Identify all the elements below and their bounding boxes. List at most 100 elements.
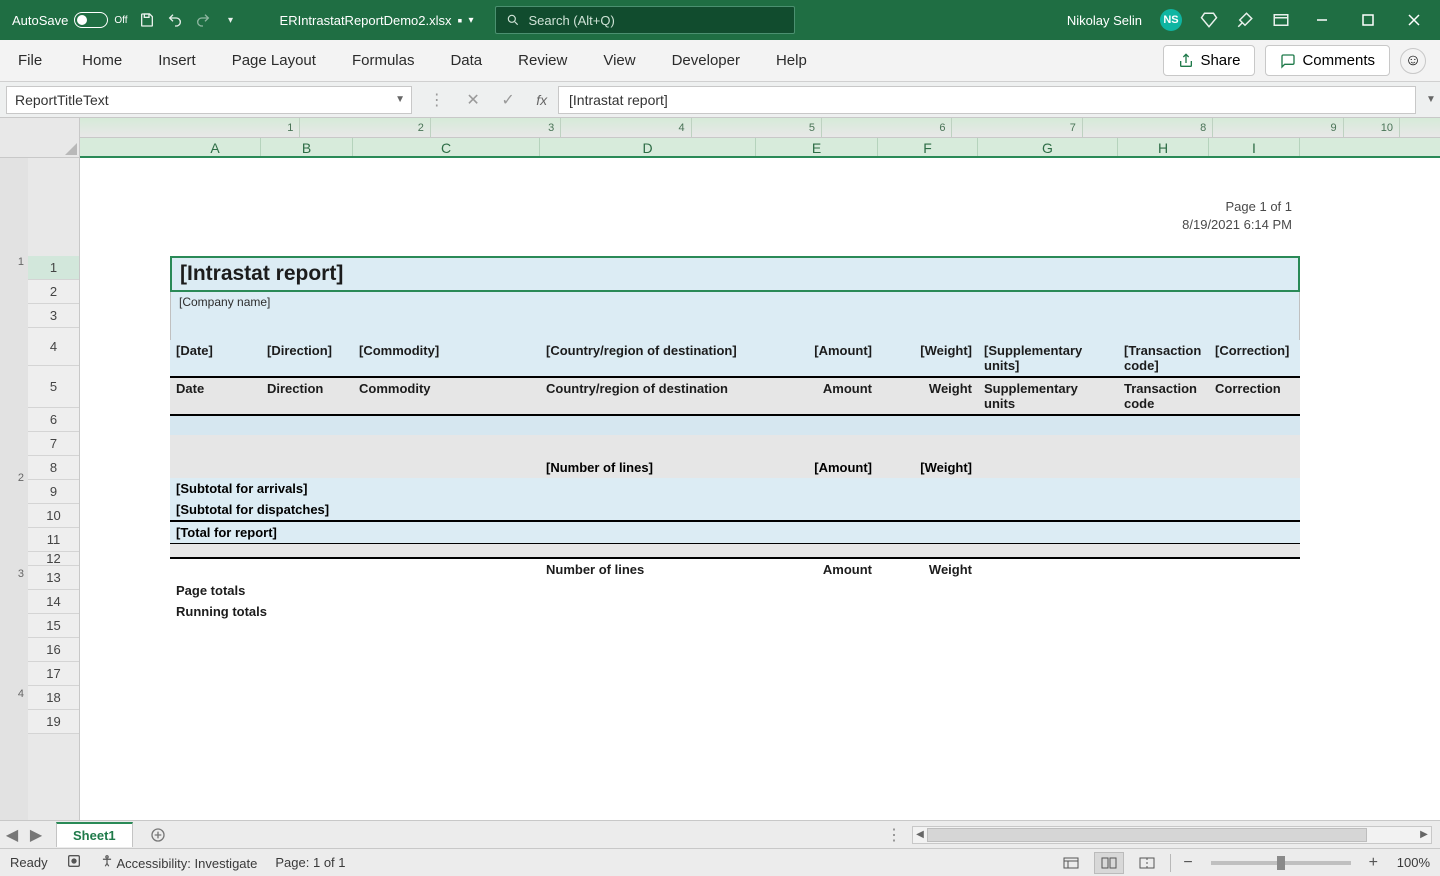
cancel-formula-icon[interactable]: ✕ (466, 90, 479, 110)
name-box[interactable]: ReportTitleText ▼ (6, 86, 412, 114)
macro-record-icon[interactable] (66, 853, 82, 872)
user-avatar[interactable]: NS (1160, 9, 1182, 31)
col-header-g[interactable]: G (978, 138, 1118, 156)
col-header-i[interactable]: I (1209, 138, 1300, 156)
zoom-in-button[interactable]: + (1365, 854, 1382, 872)
user-name[interactable]: Nikolay Selin (1067, 13, 1142, 28)
tab-split-handle-icon[interactable]: ⋮ (886, 825, 902, 845)
autosave-switch[interactable] (74, 12, 108, 28)
row-header-15[interactable]: 15 (28, 614, 79, 638)
table-row[interactable] (170, 415, 1300, 435)
col-header-h[interactable]: H (1118, 138, 1209, 156)
sheet-nav-left-icon[interactable]: ◀ (0, 825, 24, 845)
table-row[interactable]: [Subtotal for dispatches] (170, 499, 1300, 521)
horizontal-scrollbar[interactable]: ◀ ▶ (912, 826, 1432, 844)
feedback-icon[interactable]: ☺ (1400, 48, 1426, 74)
view-page-layout-icon[interactable] (1094, 852, 1124, 874)
row-header-10[interactable]: 10 (28, 504, 79, 528)
scroll-right-icon[interactable]: ▶ (1417, 827, 1431, 843)
table-row[interactable] (170, 544, 1300, 558)
table-row[interactable]: Running totals (170, 601, 1300, 622)
table-row[interactable]: [Date] [Direction] [Commodity] [Country/… (170, 340, 1300, 377)
report-title-cell[interactable]: [Intrastat report] (170, 256, 1300, 292)
maximize-button[interactable] (1354, 6, 1382, 34)
col-header-c[interactable]: C (353, 138, 540, 156)
scroll-thumb[interactable] (927, 828, 1367, 842)
accessibility-status[interactable]: Accessibility: Investigate (100, 854, 258, 871)
share-button[interactable]: Share (1163, 45, 1255, 76)
row-header-16[interactable]: 16 (28, 638, 79, 662)
company-name-cell[interactable]: [Company name] (170, 292, 1300, 316)
tab-data[interactable]: Data (436, 46, 496, 75)
zoom-slider[interactable] (1211, 861, 1351, 865)
table-row[interactable] (170, 435, 1300, 457)
row-header-13[interactable]: 13 (28, 566, 79, 590)
row-header-9[interactable]: 9 (28, 480, 79, 504)
minimize-button[interactable] (1308, 6, 1336, 34)
coming-soon-icon[interactable] (1236, 11, 1254, 29)
comments-button[interactable]: Comments (1265, 45, 1390, 76)
row-header-1[interactable]: 1 (28, 256, 79, 280)
sheet-canvas[interactable]: Page 1 of 1 8/19/2021 6:14 PM [Intrastat… (80, 158, 1440, 820)
tab-formulas[interactable]: Formulas (338, 46, 429, 75)
table-row[interactable]: [Subtotal for arrivals] (170, 478, 1300, 499)
sheet-tab-sheet1[interactable]: Sheet1 (56, 822, 133, 847)
row-header-3[interactable]: 3 (28, 304, 79, 328)
view-normal-icon[interactable] (1056, 852, 1086, 874)
table-row[interactable]: [Number of lines] [Amount] [Weight] (170, 457, 1300, 478)
tab-help[interactable]: Help (762, 46, 821, 75)
scroll-left-icon[interactable]: ◀ (913, 827, 927, 843)
zoom-level[interactable]: 100% (1390, 855, 1430, 870)
vertical-ruler: 1 2 3 4 (0, 158, 28, 820)
row-header-12[interactable]: 12 (28, 552, 79, 566)
table-row[interactable]: [Total for report] (170, 521, 1300, 544)
zoom-out-button[interactable]: − (1179, 854, 1196, 872)
row-header-4[interactable]: 4 (28, 328, 79, 366)
document-title[interactable]: ERIntrastatReportDemo2.xlsx ▪ ▾ (280, 12, 474, 28)
ribbon-display-icon[interactable] (1272, 11, 1290, 29)
tab-file[interactable]: File (14, 46, 60, 75)
table-row[interactable]: Number of lines Amount Weight (170, 558, 1300, 580)
col-header-f[interactable]: F (878, 138, 978, 156)
tab-developer[interactable]: Developer (658, 46, 754, 75)
save-icon[interactable] (138, 11, 156, 29)
chevron-down-icon[interactable]: ▼ (395, 94, 405, 105)
row-header-18[interactable]: 18 (28, 686, 79, 710)
row-header-2[interactable]: 2 (28, 280, 79, 304)
formula-input[interactable]: [Intrastat report] (558, 86, 1416, 114)
col-header-e[interactable]: E (756, 138, 878, 156)
row-header-7[interactable]: 7 (28, 432, 79, 456)
tab-insert[interactable]: Insert (144, 46, 210, 75)
undo-icon[interactable] (166, 11, 184, 29)
col-header-a[interactable]: A (170, 138, 261, 156)
tab-page-layout[interactable]: Page Layout (218, 46, 330, 75)
table-row[interactable]: Page totals (170, 580, 1300, 601)
col-header-d[interactable]: D (540, 138, 756, 156)
table-row[interactable]: Date Direction Commodity Country/region … (170, 377, 1300, 415)
qat-customize-icon[interactable]: ▾ (222, 11, 240, 29)
add-sheet-button[interactable] (145, 824, 171, 846)
blank-row[interactable] (170, 316, 1300, 340)
row-header-17[interactable]: 17 (28, 662, 79, 686)
row-header-19[interactable]: 19 (28, 710, 79, 734)
accept-formula-icon[interactable]: ✓ (501, 90, 514, 110)
row-header-6[interactable]: 6 (28, 408, 79, 432)
row-header-14[interactable]: 14 (28, 590, 79, 614)
tab-home[interactable]: Home (68, 46, 136, 75)
autosave-toggle[interactable]: AutoSave Off (12, 12, 128, 28)
redo-icon[interactable] (194, 11, 212, 29)
row-header-5[interactable]: 5 (28, 366, 79, 408)
search-box[interactable]: Search (Alt+Q) (495, 6, 795, 34)
tab-review[interactable]: Review (504, 46, 581, 75)
close-button[interactable] (1400, 6, 1428, 34)
view-page-break-icon[interactable] (1132, 852, 1162, 874)
select-all-corner[interactable] (0, 118, 79, 158)
tab-view[interactable]: View (589, 46, 649, 75)
col-header-b[interactable]: B (261, 138, 353, 156)
sheet-nav-right-icon[interactable]: ▶ (24, 825, 48, 845)
row-header-11[interactable]: 11 (28, 528, 79, 552)
expand-formula-icon[interactable]: ▼ (1422, 94, 1440, 105)
diamond-icon[interactable] (1200, 11, 1218, 29)
row-header-8[interactable]: 8 (28, 456, 79, 480)
fx-icon[interactable]: fx (536, 92, 547, 108)
